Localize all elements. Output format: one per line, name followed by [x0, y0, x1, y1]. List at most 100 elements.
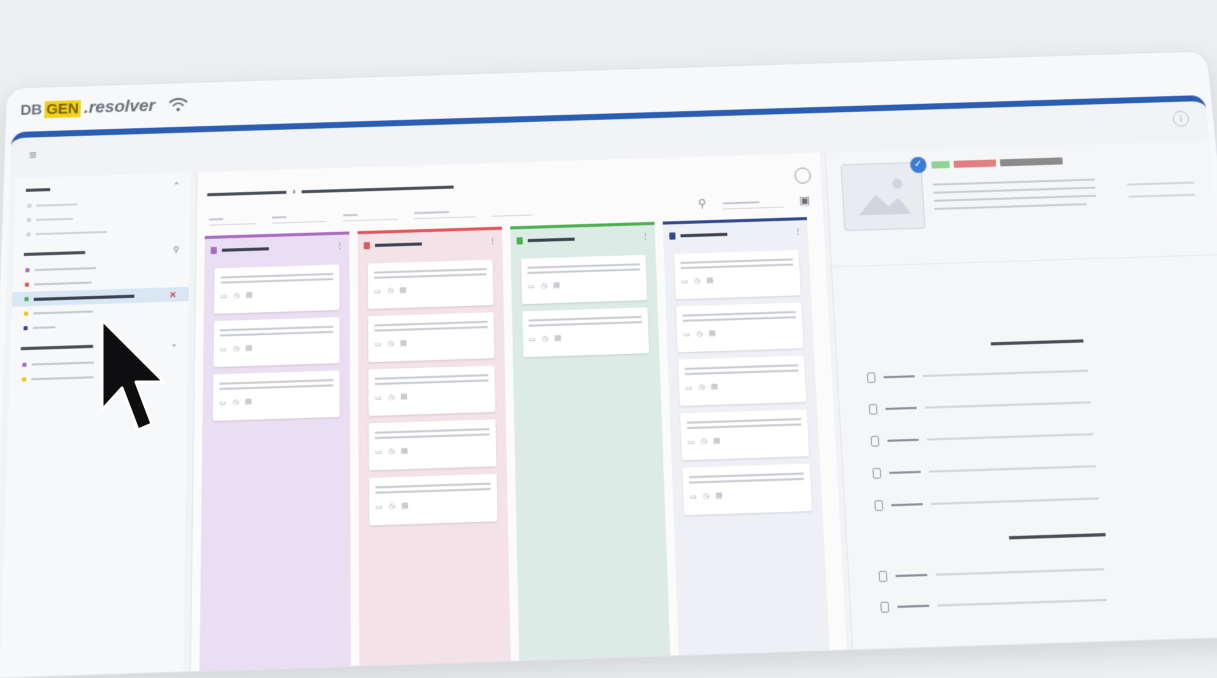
board-columns: ⋮ ▭ ◷ ▤ ▭ ◷ ▤ ▭ ◷ ▤ ⋮ ▭ ◷ ▤ ▭ ◷ ▤ ▭ ◷ ▤ ▭ ◷ ▤ ▭ ◷ ▤ ⋮ ▭ ◷ ▤ ▭ ◷ ▤ ⋮ ▭ ◷ ▤ ▭ ◷ ▤… [191, 210, 848, 678]
save-icon[interactable]: ▣ [799, 194, 810, 207]
search-input[interactable] [722, 201, 784, 210]
detail-side-line [1127, 181, 1195, 186]
task-card[interactable]: ▭ ◷ ▤ [368, 365, 496, 416]
task-card[interactable]: ▭ ◷ ▤ [682, 463, 812, 516]
app-window: DB GEN .resolver ≡ i ⌃ ⚲ ✕ ⌄ › ⚲ ▣ ⋮ ▭ ◷… [0, 51, 1217, 678]
more-icon[interactable]: ⋮ [642, 232, 649, 240]
property-row [868, 397, 1091, 415]
kanban-board: › ⚲ ▣ ⋮ ▭ ◷ ▤ ▭ ◷ ▤ ▭ ◷ ▤ ⋮ ▭ ◷ ▤ ▭ ◷ ▤ ▭ ◷ ▤ ▭ ◷ ▤ ▭ ◷ ▤ ⋮ ▭ ◷ ▤ ▭ ◷ ▤ ⋮… [189, 152, 848, 678]
more-icon[interactable]: ⋮ [489, 237, 496, 245]
breadcrumb-item[interactable] [207, 190, 287, 196]
field-icon [868, 403, 878, 415]
filter-field[interactable] [491, 212, 533, 217]
filter-field[interactable] [272, 215, 328, 224]
brand-prefix: DB [20, 100, 43, 119]
field-icon [866, 372, 876, 384]
folder-icon: ▭ [528, 335, 536, 344]
more-icon[interactable]: ⋮ [336, 242, 343, 250]
screenshot-stage: DB GEN .resolver ≡ i ⌃ ⚲ ✕ ⌄ › ⚲ ▣ ⋮ ▭ ◷… [0, 0, 1217, 678]
clock-icon: ◷ [232, 345, 240, 353]
task-card[interactable]: ▭ ◷ ▤ [367, 259, 494, 309]
task-card[interactable]: ▭ ◷ ▤ [368, 312, 495, 363]
column-color-icon [363, 241, 370, 249]
task-card[interactable]: ▭ ◷ ▤ [522, 307, 650, 358]
divider [831, 254, 1217, 268]
id-icon: ▤ [245, 291, 253, 300]
task-card[interactable]: ▭ ◷ ▤ [368, 419, 497, 471]
field-icon [870, 435, 880, 447]
field-icon [874, 500, 884, 512]
folder-icon: ▭ [374, 340, 382, 349]
clock-icon: ◷ [698, 384, 706, 392]
column-header[interactable]: ⋮ [357, 226, 503, 257]
column-title [221, 246, 269, 252]
task-card[interactable]: ▭ ◷ ▤ [369, 473, 498, 526]
clock-icon: ◷ [388, 502, 396, 511]
id-icon: ▤ [244, 398, 252, 407]
breadcrumb-item[interactable] [301, 185, 454, 193]
tag-list [931, 157, 1063, 169]
folder-icon: ▭ [685, 384, 693, 393]
more-icon[interactable]: ⋮ [794, 227, 801, 235]
close-icon[interactable]: ✕ [169, 290, 176, 300]
field-icon [878, 570, 888, 583]
filter-field[interactable] [414, 210, 476, 220]
task-card[interactable]: ▭ ◷ ▤ [521, 254, 648, 305]
task-card[interactable]: ▭ ◷ ▤ [678, 355, 807, 406]
clock-icon: ◷ [387, 393, 395, 402]
property-row [866, 365, 1089, 384]
filter-icon[interactable]: ⚲ [173, 245, 179, 254]
property-row [874, 493, 1099, 512]
filter-field[interactable] [208, 217, 256, 226]
brand-logo: DB GEN .resolver [20, 95, 189, 120]
folder-icon: ▭ [219, 399, 227, 407]
id-icon: ▤ [708, 330, 716, 338]
search-icon[interactable]: ⚲ [698, 197, 707, 210]
folder-icon: ▭ [219, 345, 227, 354]
id-icon: ▤ [706, 277, 714, 285]
column-header[interactable]: ⋮ [662, 217, 809, 248]
id-icon: ▤ [554, 335, 562, 343]
column-title [374, 241, 422, 247]
column-color-icon [516, 236, 523, 245]
user-icon[interactable] [794, 167, 812, 184]
detail-panel: ✓ [824, 140, 1217, 661]
info-icon[interactable]: i [1172, 110, 1190, 127]
folder-icon: ▭ [374, 394, 382, 403]
column-header[interactable]: ⋮ [510, 221, 656, 252]
clock-icon: ◷ [541, 335, 549, 344]
id-icon: ▤ [399, 287, 407, 295]
id-icon: ▤ [553, 282, 561, 290]
property-row [878, 564, 1105, 583]
column-color-icon [669, 231, 676, 240]
folder-icon: ▭ [683, 331, 691, 339]
chevron-up-icon[interactable]: ⌃ [173, 181, 180, 190]
checkmark-icon: ✓ [909, 156, 927, 174]
folder-icon: ▭ [527, 283, 535, 291]
task-card[interactable]: ▭ ◷ ▤ [214, 264, 340, 314]
chevron-down-icon[interactable]: ⌄ [171, 339, 178, 349]
column-header[interactable]: ⋮ [204, 231, 350, 262]
tag-badge [999, 157, 1063, 167]
clock-icon: ◷ [700, 438, 708, 446]
field-icon [880, 601, 890, 613]
clock-icon: ◷ [233, 292, 240, 300]
hamburger-icon[interactable]: ≡ [29, 147, 37, 162]
id-icon: ▤ [713, 437, 721, 446]
id-icon: ▤ [401, 502, 409, 511]
section-heading [1008, 533, 1106, 540]
folder-icon: ▭ [687, 438, 695, 447]
image-placeholder[interactable]: ✓ [840, 156, 927, 232]
id-icon: ▤ [245, 344, 253, 353]
id-icon: ▤ [710, 383, 719, 392]
filter-field[interactable] [343, 213, 399, 222]
clock-icon: ◷ [387, 340, 394, 348]
clock-icon: ◷ [232, 398, 239, 407]
task-card[interactable]: ▭ ◷ ▤ [213, 317, 340, 368]
task-card[interactable]: ▭ ◷ ▤ [674, 250, 801, 300]
task-card[interactable]: ▭ ◷ ▤ [212, 370, 340, 421]
task-card[interactable]: ▭ ◷ ▤ [676, 302, 804, 353]
task-card[interactable]: ▭ ◷ ▤ [680, 409, 810, 461]
board-column: ⋮ ▭ ◷ ▤ ▭ ◷ ▤ [510, 221, 671, 675]
column-title [680, 232, 728, 237]
